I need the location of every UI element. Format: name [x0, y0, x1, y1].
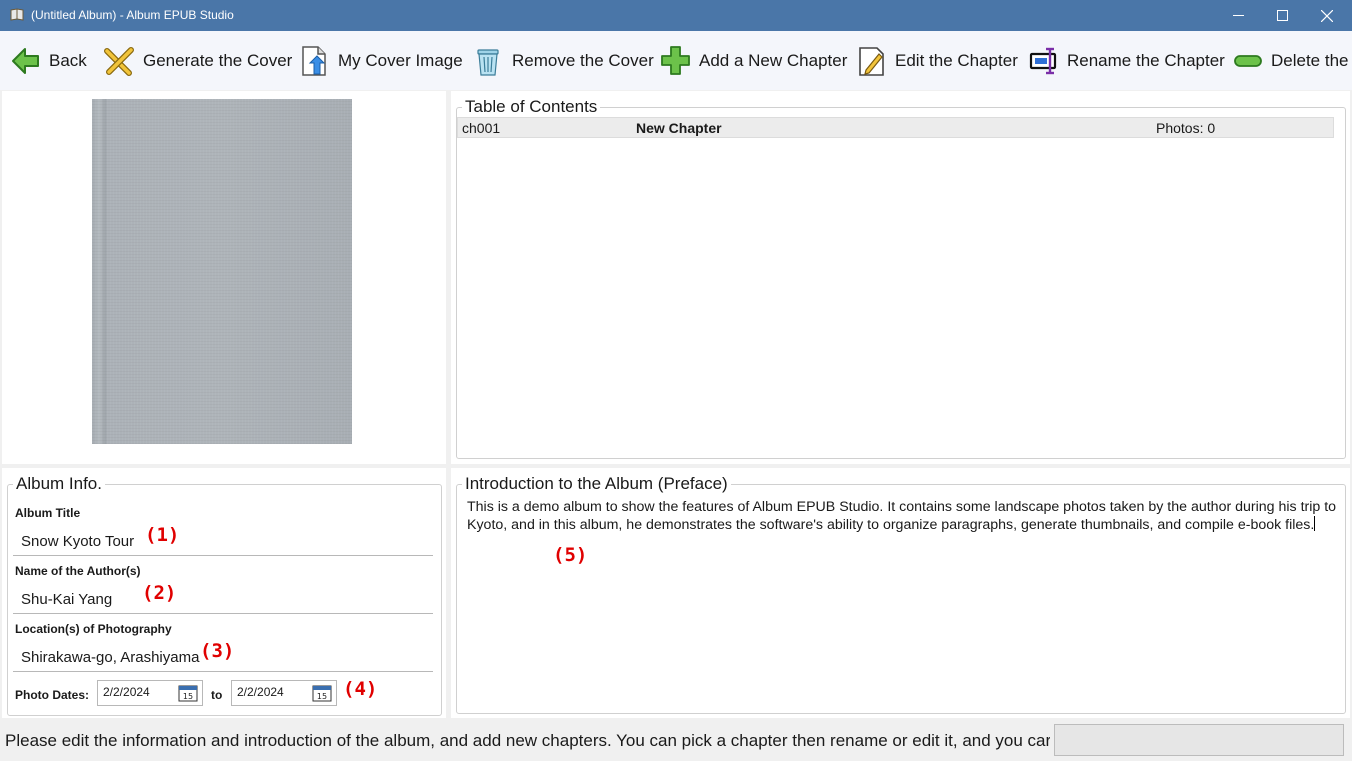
edit-chapter-label: Edit the Chapter: [895, 50, 1018, 70]
upload-file-icon: [302, 45, 326, 76]
start-date-value: 2/2/2024: [103, 685, 150, 699]
preface-text: This is a demo album to show the feature…: [467, 499, 1337, 533]
status-progress-bar: [1054, 724, 1344, 756]
edit-note-icon: [859, 46, 884, 76]
album-title-input[interactable]: Snow Kyoto Tour: [21, 533, 134, 550]
chapter-name: New Chapter: [636, 120, 722, 136]
delete-chapter-button[interactable]: Delete the: [1233, 31, 1349, 90]
start-date-picker[interactable]: 2/2/2024 15: [97, 680, 203, 706]
rename-chapter-label: Rename the Chapter: [1067, 50, 1225, 70]
cover-panel: [2, 91, 446, 464]
generate-cover-button[interactable]: Generate the Cover: [103, 31, 292, 90]
title-bar[interactable]: (Untitled Album) - Album EPUB Studio: [0, 0, 1352, 31]
minimize-button[interactable]: [1215, 0, 1261, 31]
my-cover-image-label: My Cover Image: [338, 50, 463, 70]
minimize-icon: [1232, 15, 1244, 16]
author-underline: [13, 613, 433, 614]
album-title-underline: [13, 555, 433, 556]
maximize-icon: [1276, 10, 1288, 21]
preface-title: Introduction to the Album (Preface): [465, 474, 728, 493]
rename-icon: [1029, 47, 1057, 74]
marker-5: (5): [553, 544, 588, 566]
calendar-day: 15: [183, 692, 193, 701]
end-date-value: 2/2/2024: [237, 685, 284, 699]
chapter-id: ch001: [462, 120, 501, 136]
location-underline: [13, 671, 433, 672]
cover-image[interactable]: [92, 99, 352, 444]
toc-panel: Table of Contents ch001 New Chapter Phot…: [451, 91, 1350, 464]
end-date-picker[interactable]: 2/2/2024 15: [231, 680, 337, 706]
add-chapter-label: Add a New Chapter: [699, 50, 848, 70]
window-title: (Untitled Album) - Album EPUB Studio: [31, 8, 234, 22]
album-info-title: Album Info.: [16, 474, 102, 493]
remove-cover-label: Remove the Cover: [512, 50, 654, 70]
location-input[interactable]: Shirakawa-go, Arashiyama: [21, 649, 199, 666]
back-arrow-icon: [12, 47, 39, 74]
cross-tools-icon: [104, 46, 134, 76]
status-bar: Please edit the information and introduc…: [0, 720, 1352, 761]
calendar-day: 15: [317, 692, 327, 701]
maximize-button[interactable]: [1259, 0, 1305, 31]
toc-title: Table of Contents: [465, 97, 598, 116]
close-icon: [1321, 9, 1333, 22]
my-cover-image-button[interactable]: My Cover Image: [300, 31, 463, 90]
marker-3: (3): [200, 640, 235, 662]
app-book-icon: [10, 8, 24, 21]
back-label: Back: [49, 50, 87, 70]
chapter-photos: Photos: 0: [1156, 120, 1216, 136]
text-caret: [1314, 516, 1316, 531]
remove-cover-button[interactable]: Remove the Cover: [472, 31, 654, 90]
photo-dates-label: Photo Dates:: [15, 688, 90, 702]
marker-4: (4): [343, 678, 378, 700]
calendar-icon[interactable]: 15: [178, 684, 198, 702]
author-label: Name of the Author(s): [15, 564, 141, 578]
author-input[interactable]: Shu-Kai Yang: [21, 591, 112, 608]
to-label: to: [211, 688, 223, 702]
preface-textarea[interactable]: This is a demo album to show the feature…: [467, 498, 1337, 534]
album-title-label: Album Title: [15, 506, 81, 520]
trash-icon: [477, 48, 499, 76]
marker-2: (2): [142, 582, 177, 604]
location-label: Location(s) of Photography: [15, 622, 172, 636]
plus-icon: [661, 46, 690, 75]
delete-chapter-label: Delete the: [1271, 50, 1349, 70]
toolbar: Back Generate the Cover My Cover Image R…: [0, 31, 1352, 90]
minus-icon: [1234, 54, 1262, 67]
edit-chapter-button[interactable]: Edit the Chapter: [857, 31, 1018, 90]
calendar-icon[interactable]: 15: [312, 684, 332, 702]
toc-row[interactable]: ch001 New Chapter Photos: 0: [457, 117, 1334, 138]
status-text: Please edit the information and introduc…: [5, 731, 1050, 750]
back-button[interactable]: Back: [11, 31, 87, 90]
toc-group: Table of Contents: [456, 97, 1346, 459]
marker-1: (1): [145, 524, 180, 546]
close-button[interactable]: [1304, 0, 1350, 31]
rename-chapter-button[interactable]: Rename the Chapter: [1029, 31, 1225, 90]
album-info-panel: Album Info. Album Title Snow Kyoto Tour …: [2, 468, 446, 718]
add-chapter-button[interactable]: Add a New Chapter: [660, 31, 847, 90]
preface-panel: Introduction to the Album (Preface) This…: [451, 468, 1350, 718]
generate-cover-label: Generate the Cover: [143, 50, 293, 70]
